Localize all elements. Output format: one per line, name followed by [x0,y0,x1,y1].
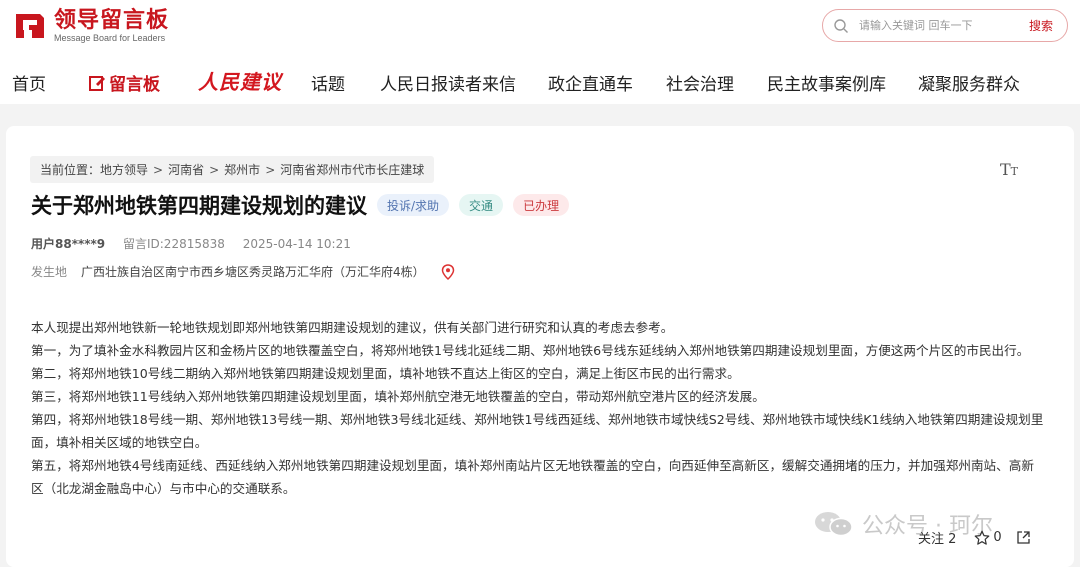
breadcrumb: 当前位置： 地方领导 > 河南省 > 郑州市 > 河南省郑州市代市长庄建球 [30,156,435,183]
search-input[interactable] [859,19,1019,32]
breadcrumb-separator: > [209,162,220,177]
breadcrumb-item[interactable]: 郑州市 [224,161,260,178]
post-paragraph: 第三，将郑州地铁11号线纳入郑州地铁第四期建设规划里面，填补郑州航空港无地铁覆盖… [31,389,765,404]
post-location: 发生地 广西壮族自治区南宁市西乡塘区秀灵路万汇华府（万汇华府4栋） [31,263,455,280]
post-meta: 用户88****9 留言ID:22815838 2025-04-14 10:21 [31,235,365,252]
map-pin-icon[interactable] [441,263,455,280]
post-paragraph: 第四，将郑州地铁18号线一期、郑州地铁13号线一期、郑州地铁3号线北延线、郑州地… [31,412,1044,450]
post-paragraph: 本人现提出郑州地铁新一轮地铁规划即郑州地铁第四期建设规划的建议，供有关部门进行研… [31,320,674,335]
search-button[interactable]: 搜索 [1029,17,1053,34]
font-size-icon[interactable]: TT [1000,160,1018,179]
status-badge: 已办理 [513,194,570,216]
post-title: 关于郑州地铁第四期建设规划的建议 [31,194,367,218]
edit-icon [89,76,105,91]
post-user: 用户88****9 [31,237,106,251]
breadcrumb-item[interactable]: 河南省郑州市代市长庄建球 [280,161,424,178]
logo-subtitle: Message Board for Leaders [54,32,166,43]
main-nav: 首页 留言板 人民建议 话题 人民日报读者来信 政企直通车 社会治理 民主故事案… [0,64,1080,100]
field-tag: 交通 [459,194,504,216]
nav-item-readers-letters[interactable]: 人民日报读者来信 [380,70,516,95]
post-paragraph: 第一，为了填补金水科教园片区和金杨片区的地铁覆盖空白，将郑州地铁1号线北延线二期… [31,343,1030,358]
search-icon[interactable] [833,18,849,34]
follow-button[interactable]: 关注 2 [918,528,956,547]
nav-item-topics[interactable]: 话题 [311,70,345,95]
logo-mark-icon [16,14,44,38]
post-paragraph: 第二，将郑州地铁10号线二期纳入郑州地铁第四期建设规划里面，填补地铁不直达上街区… [31,366,740,381]
share-icon[interactable] [1016,530,1031,545]
nav-item-enterprise[interactable]: 政企直通车 [548,70,633,95]
post-time: 2025-04-14 10:21 [242,237,351,251]
nav-item-serve-masses[interactable]: 凝聚服务群众 [918,70,1020,95]
post-id: 留言ID:22815838 [122,237,225,251]
breadcrumb-separator: > [265,162,276,177]
nav-item-democracy-cases[interactable]: 民主故事案例库 [767,70,886,95]
site-header: 领导留言板 Message Board for Leaders 搜索 [0,0,1080,56]
location-value: 广西壮族自治区南宁市西乡塘区秀灵路万汇华府（万汇华府4栋） [81,265,425,279]
category-tag: 投诉/求助 [377,194,450,216]
location-label: 发生地 [31,265,68,279]
site-logo[interactable]: 领导留言板 Message Board for Leaders [12,8,169,44]
post-footer: 关注 2 0 [918,528,1031,547]
nav-item-message-board[interactable]: 留言板 [88,70,160,95]
post-title-row: 关于郑州地铁第四期建设规划的建议 投诉/求助 交通 已办理 [31,190,570,220]
wechat-icon [815,512,853,537]
star-icon[interactable] [974,530,990,546]
like-count: 0 [993,530,1002,545]
breadcrumb-item[interactable]: 地方领导 [100,161,148,178]
breadcrumb-prefix: 当前位置： [40,163,101,177]
logo-title: 领导留言板 [54,7,170,33]
breadcrumb-item[interactable]: 河南省 [168,161,204,178]
breadcrumb-separator: > [153,162,164,177]
search-box: 搜索 [822,9,1068,42]
post-body: 本人现提出郑州地铁新一轮地铁规划即郑州地铁第四期建设规划的建议，供有关部门进行研… [31,316,1046,500]
nav-item-governance[interactable]: 社会治理 [666,70,734,95]
nav-item-message-board-label: 留言板 [109,75,160,95]
nav-item-people-suggestion[interactable]: 人民建议 [198,66,282,95]
post-paragraph: 第五，将郑州地铁4号线南延线、西延线纳入郑州地铁第四期建设规划里面，填补郑州南站… [31,458,1034,496]
nav-item-home[interactable]: 首页 [12,70,46,95]
